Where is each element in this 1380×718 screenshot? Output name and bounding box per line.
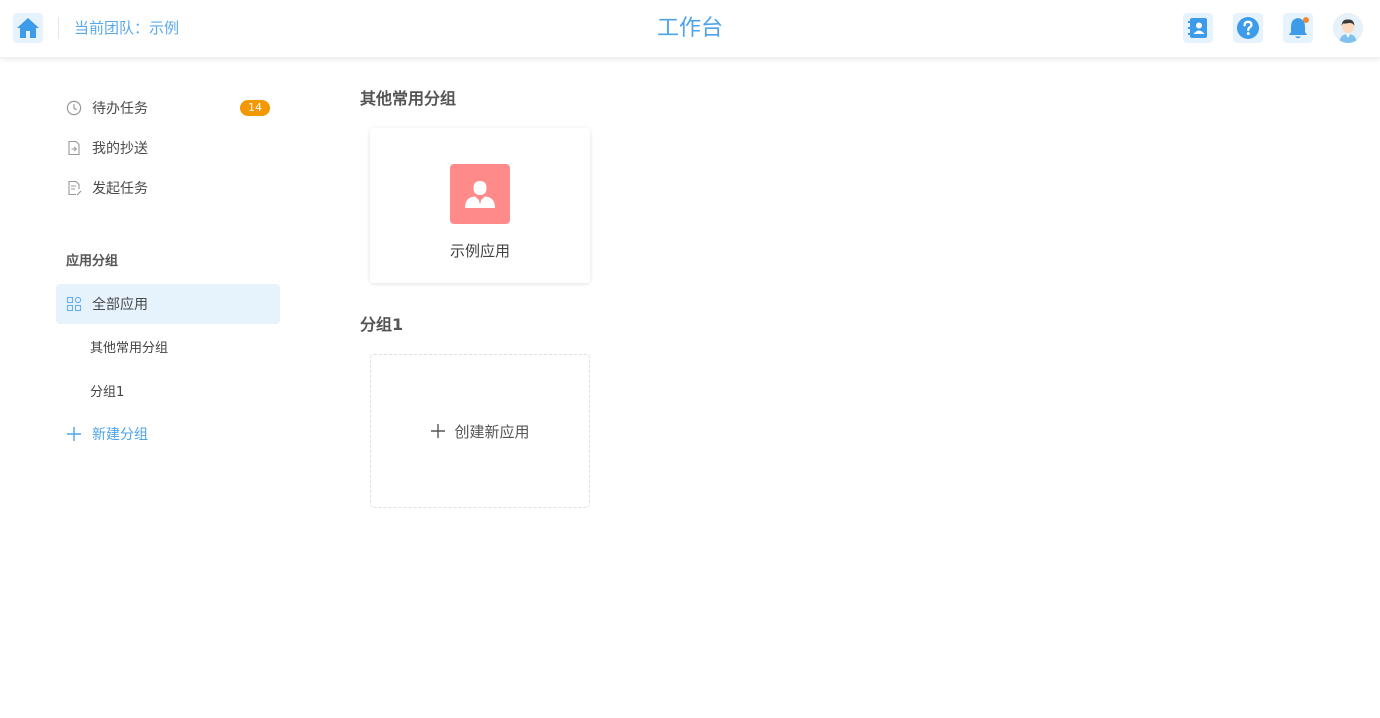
todo-count-badge: 14 [240,100,270,116]
header-divider [58,17,59,39]
create-app-card[interactable]: 创建新应用 [370,354,590,508]
clock-icon [66,100,82,116]
create-app-label: 创建新应用 [454,422,530,441]
document-forward-icon [66,140,82,156]
sidebar-item-all-apps[interactable]: 全部应用 [56,284,280,324]
plus-icon [431,424,446,438]
app-name: 示例应用 [449,242,510,260]
sidebar-item-label: 全部应用 [92,297,148,313]
avatar-icon [1333,13,1363,43]
user-icon [465,181,495,208]
notification-dot [1303,17,1309,23]
sidebar-group-other-common[interactable]: 其他常用分组 [56,324,280,368]
new-group-label: 新建分组 [92,427,148,443]
sidebar-item-todo-tasks[interactable]: 待办任务 14 [56,88,280,128]
page-title: 工作台 [656,16,723,41]
help-button[interactable] [1233,13,1263,43]
home-button[interactable] [13,13,43,43]
sidebar: 待办任务 14 我的抄送 发起任务 应用分组 全部应用 其他常用分组 分组1 新… [56,88,280,456]
sidebar-group-1[interactable]: 分组1 [56,368,280,412]
current-team-selector[interactable]: 当前团队：示例 [74,18,179,38]
group-title-group-1: 分组1 [360,315,404,334]
plus-icon [66,426,82,442]
contacts-icon [1188,18,1207,38]
help-icon [1237,17,1259,39]
sidebar-item-label: 发起任务 [92,181,148,197]
sidebar-item-label: 待办任务 [92,101,148,117]
app-icon [450,164,510,224]
app-groups-heading: 应用分组 [66,254,119,269]
new-group-button[interactable]: 新建分组 [56,412,280,456]
sidebar-item-start-task[interactable]: 发起任务 [56,168,280,208]
notifications-button[interactable] [1283,13,1313,43]
top-header: 当前团队：示例 工作台 [0,0,1380,58]
grid-apps-icon [66,296,82,312]
sidebar-item-label: 我的抄送 [92,141,148,157]
sidebar-item-my-cc[interactable]: 我的抄送 [56,128,280,168]
app-card-example[interactable]: 示例应用 [370,128,590,283]
contacts-button[interactable] [1183,13,1213,43]
user-avatar[interactable] [1333,13,1363,43]
document-edit-icon [66,180,82,196]
group-title-other-common: 其他常用分组 [360,89,457,108]
home-icon [17,18,39,38]
